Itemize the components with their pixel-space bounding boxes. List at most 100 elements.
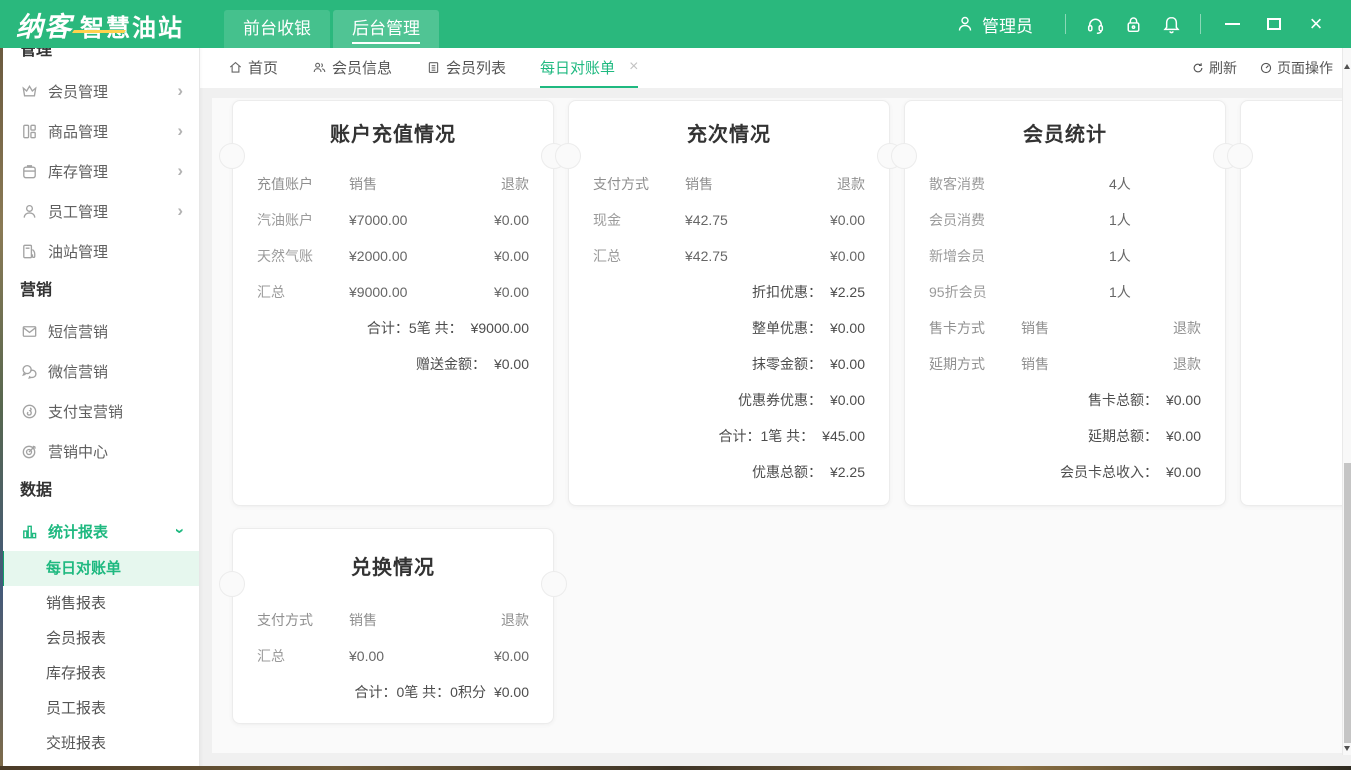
main-content: 账户充值情况 充值账户 销售 退款 汽油账户 ¥7000.00 ¥0.00 天然…: [200, 88, 1351, 770]
sidebar-subitem-staff-report[interactable]: 员工报表: [0, 691, 199, 726]
total-label: 合计：5笔 共：: [367, 318, 463, 338]
divider: [1065, 14, 1066, 34]
total-value: ¥0.00: [1166, 428, 1201, 444]
col-header: 支付方式: [257, 610, 349, 630]
scroll-up-arrow-icon[interactable]: [1344, 64, 1350, 69]
card-title: 兑换情况: [233, 554, 553, 582]
total-label: 延期总额：: [1088, 426, 1158, 446]
sidebar-subitem-inventory-report[interactable]: 库存报表: [0, 656, 199, 691]
maximize-button[interactable]: [1253, 7, 1295, 41]
method-col: 销售: [1021, 318, 1173, 338]
col-header: 退款: [501, 610, 529, 630]
cell-value: ¥0.00: [830, 212, 865, 228]
cell-label: 现金: [593, 210, 685, 230]
support-headset-icon[interactable]: [1076, 9, 1114, 39]
target-icon: [20, 442, 39, 461]
sidebar-item-marketing-center[interactable]: 营销中心: [0, 431, 199, 471]
sidebar-item-label: 会员管理: [48, 81, 108, 102]
sidebar-item-inventory-mgmt[interactable]: 库存管理 ›: [0, 151, 199, 191]
crown-icon: [20, 82, 39, 101]
notch-left: [219, 571, 245, 597]
tab-close-icon[interactable]: ×: [629, 58, 638, 76]
tab-daily-statement[interactable]: 每日对账单 ×: [540, 48, 638, 88]
sidebar-item-label: 统计报表: [48, 521, 108, 542]
sidebar-item-sms-marketing[interactable]: 短信营销: [0, 311, 199, 351]
cell-value: ¥0.00: [830, 248, 865, 264]
tab-home[interactable]: 首页: [228, 48, 278, 88]
refresh-icon: [1191, 61, 1205, 75]
chevron-right-icon: ›: [177, 161, 183, 181]
user-menu[interactable]: 管理员: [955, 12, 1033, 37]
chevron-down-icon: ›: [170, 528, 190, 534]
user-name: 管理员: [982, 12, 1033, 37]
lock-icon[interactable]: [1114, 9, 1152, 39]
total-label: 优惠券优惠：: [738, 390, 822, 410]
total-row: 合计：0笔 共：0积分 ¥0.00: [257, 674, 529, 710]
total-row: 合计：1笔 共： ¥45.00: [593, 418, 865, 454]
stat-label: 95折会员: [929, 282, 1021, 302]
card-partial: [1240, 100, 1342, 506]
sidebar-item-product-mgmt[interactable]: 商品管理 ›: [0, 111, 199, 151]
card-account-recharge: 账户充值情况 充值账户 销售 退款 汽油账户 ¥7000.00 ¥0.00 天然…: [232, 100, 554, 506]
app-titlebar: 纳客 智慧油站 前台收银 后台管理 管理员 ×: [0, 0, 1351, 48]
data-row: 天然气账 ¥2000.00 ¥0.00: [257, 238, 529, 274]
sidebar-subitem-sales-report[interactable]: 销售报表: [0, 586, 199, 621]
sidebar-item-label: 短信营销: [48, 321, 108, 342]
tab-member-list[interactable]: 会员列表: [426, 48, 506, 88]
minimize-button[interactable]: [1211, 7, 1253, 41]
tab-member-info[interactable]: 会员信息: [312, 48, 392, 88]
notch-left: [891, 143, 917, 169]
refresh-button[interactable]: 刷新: [1191, 58, 1237, 78]
stat-label: 散客消费: [929, 174, 1021, 194]
sidebar-section-management: 管理: [0, 48, 199, 71]
close-button[interactable]: ×: [1295, 7, 1337, 41]
total-label: 赠送金额：: [416, 354, 486, 374]
sidebar-item-station-mgmt[interactable]: 油站管理: [0, 231, 199, 271]
sidebar-item-wechat-marketing[interactable]: 微信营销: [0, 351, 199, 391]
stat-value: 4人: [1109, 174, 1131, 194]
method-col: 退款: [1173, 354, 1201, 374]
gauge-icon: [1259, 61, 1273, 75]
main-scrollbar[interactable]: [1342, 48, 1351, 755]
scroll-down-arrow-icon[interactable]: [1344, 746, 1350, 751]
sidebar-subitem-shift-report[interactable]: 交班报表: [0, 726, 199, 761]
sidebar-subitem-member-report[interactable]: 会员报表: [0, 621, 199, 656]
nav-tab-label: 后台管理: [352, 14, 420, 44]
mode-switcher: 前台收银 后台管理: [224, 10, 439, 48]
total-label: 整单优惠：: [752, 318, 822, 338]
desktop-edge-bottom: [0, 766, 1351, 770]
sidebar-item-label: 油站管理: [48, 241, 108, 262]
total-row: 合计：5笔 共： ¥9000.00: [257, 310, 529, 346]
sidebar-subitem-daily-statement[interactable]: 每日对账单: [0, 551, 199, 586]
tab-label: 会员信息: [332, 57, 392, 78]
cell-value: ¥42.75: [685, 212, 830, 228]
nav-tab-backoffice[interactable]: 后台管理: [333, 10, 439, 48]
cell-label: 汇总: [257, 282, 349, 302]
total-row: 折扣优惠： ¥2.25: [593, 274, 865, 310]
nav-tab-frontdesk[interactable]: 前台收银: [224, 10, 330, 48]
envelope-icon: [20, 322, 39, 341]
sidebar-item-alipay-marketing[interactable]: 支付宝营销: [0, 391, 199, 431]
sidebar-item-statistics-reports[interactable]: 统计报表 ›: [0, 511, 199, 551]
cell-label: 汇总: [593, 246, 685, 266]
sidebar-item-member-mgmt[interactable]: 会员管理 ›: [0, 71, 199, 111]
wechat-icon: [20, 362, 39, 381]
page-operations-button[interactable]: 页面操作: [1259, 58, 1333, 78]
col-header: 销售: [349, 174, 501, 194]
cell-value: ¥0.00: [349, 648, 494, 664]
close-icon: ×: [1310, 13, 1323, 35]
titlebar-right: 管理员 ×: [955, 7, 1351, 41]
column-header-row: 充值账户 销售 退款: [257, 166, 529, 202]
bell-icon[interactable]: [1152, 9, 1190, 39]
sidebar-item-staff-mgmt[interactable]: 员工管理 ›: [0, 191, 199, 231]
method-row: 延期方式 销售 退款: [929, 346, 1201, 382]
scrollbar-thumb[interactable]: [1344, 463, 1351, 743]
total-value: ¥2.25: [830, 284, 865, 300]
column-header-row: 支付方式 销售 退款: [257, 602, 529, 638]
card-title: 充次情况: [569, 121, 889, 149]
cell-value: ¥0.00: [494, 212, 529, 228]
cell-label: 汇总: [257, 646, 349, 666]
sidebar-item-label: 库存管理: [48, 161, 108, 182]
total-value: ¥9000.00: [471, 320, 529, 336]
stat-value: 1人: [1109, 210, 1131, 230]
